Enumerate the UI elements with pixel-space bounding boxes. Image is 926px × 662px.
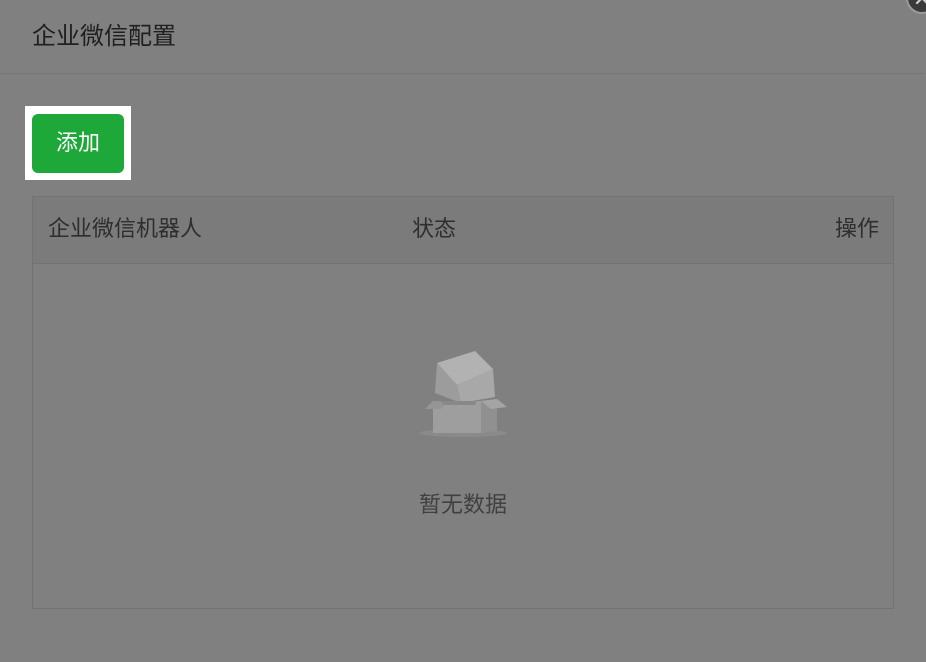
empty-state-text: 暂无数据	[418, 493, 507, 518]
dialog-header: 企业微信配置	[0, 0, 924, 74]
dialog-title: 企业微信配置	[32, 22, 176, 50]
add-button[interactable]: 添加	[32, 114, 124, 173]
robot-table: 企业微信机器人 状态 操作 暂无数据	[32, 196, 894, 609]
column-header-action: 操作	[834, 217, 879, 242]
column-header-status: 状态	[412, 217, 457, 242]
config-dialog: 企业微信配置 添加 企业微信机器人 状态 操作 暂无数据	[0, 0, 926, 662]
empty-box-icon	[417, 345, 513, 441]
close-icon[interactable]	[906, 0, 926, 14]
column-header-robot: 企业微信机器人	[48, 217, 203, 242]
table-header-row: 企业微信机器人 状态 操作	[33, 197, 893, 264]
